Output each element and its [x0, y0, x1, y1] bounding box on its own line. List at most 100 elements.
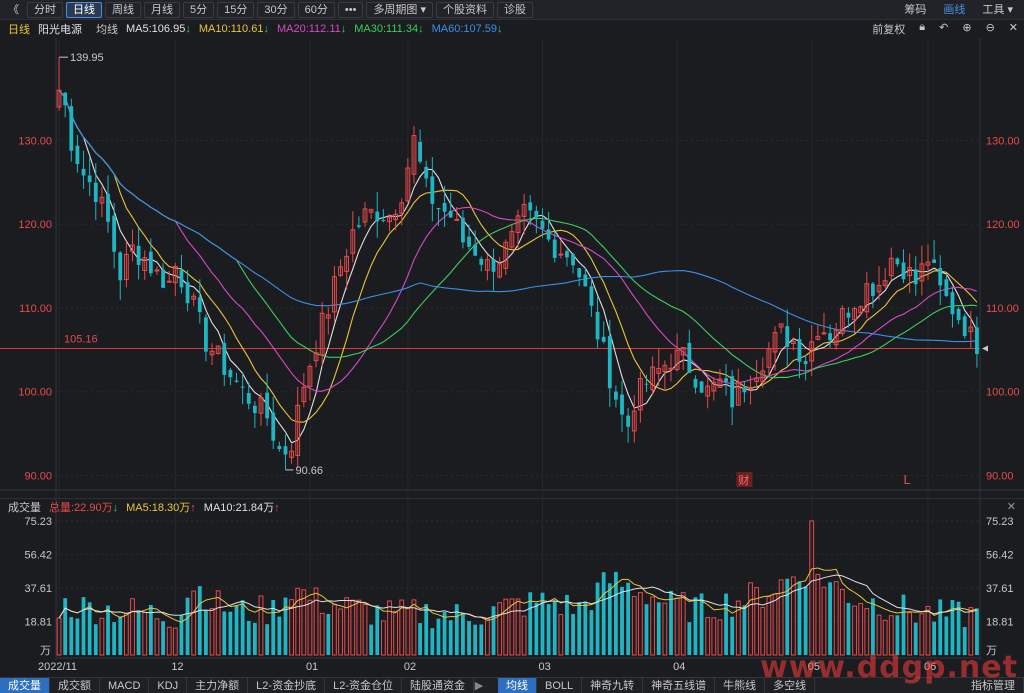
- volume-bar: [424, 604, 429, 655]
- volume-bar: [63, 598, 68, 655]
- volume-bar: [730, 616, 735, 655]
- volume-bar: [577, 602, 582, 655]
- tab-bull-bear[interactable]: 牛熊线: [715, 677, 766, 693]
- l-marker[interactable]: L: [904, 472, 911, 487]
- candle-body: [668, 367, 674, 370]
- volume-bar: [968, 607, 974, 656]
- candle-body: [491, 259, 496, 272]
- volume-bar: [907, 612, 913, 656]
- vol-tick-37-right: 37.61: [986, 583, 1014, 595]
- candle-body: [357, 225, 361, 227]
- volume-bar: [209, 608, 215, 656]
- candle-body: [148, 251, 153, 274]
- time-label-01: 01: [306, 661, 318, 673]
- candle-body: [204, 317, 208, 352]
- vol-unit-left: 万: [40, 645, 51, 657]
- volume-bar: [650, 596, 656, 656]
- watermark: www.ddgp.net: [760, 650, 1018, 685]
- cai-marker[interactable]: 财: [738, 473, 749, 487]
- candle-body: [846, 312, 851, 318]
- candle-body: [271, 412, 276, 441]
- candle-body: [166, 280, 172, 283]
- candle-body: [277, 445, 282, 450]
- candle-body: [797, 339, 802, 362]
- volume-bar: [362, 604, 368, 656]
- volume-bar: [790, 576, 796, 656]
- candle-body: [381, 219, 386, 222]
- candle-body: [626, 415, 631, 427]
- volume-ma5-line: [58, 567, 978, 623]
- volume-bar: [283, 597, 288, 655]
- candle-body: [913, 269, 918, 285]
- volume-legend: 成交量 总量:22.90万↓ MA5:18.30万↑ MA10:21.84万↑ …: [0, 498, 1024, 514]
- volume-bar: [234, 605, 239, 655]
- volume-bar: [558, 614, 564, 656]
- volume-bar: [565, 594, 569, 655]
- volume-bar: [546, 604, 551, 655]
- candle-body: [950, 292, 955, 315]
- volume-bar: [356, 599, 362, 656]
- tab-macd[interactable]: MACD: [100, 677, 150, 693]
- volume-bar: [724, 593, 728, 655]
- volume-bar: [265, 624, 270, 655]
- tab-boll[interactable]: BOLL: [537, 677, 583, 693]
- volume-bar: [509, 598, 515, 656]
- volume-close-icon[interactable]: ✕: [1007, 500, 1016, 513]
- tab-l2-position[interactable]: L2-资金仓位: [325, 677, 402, 693]
- candle-body: [234, 380, 239, 382]
- volume-bar: [301, 589, 307, 656]
- volume-bar: [552, 600, 557, 655]
- tab-kdj[interactable]: KDJ: [149, 677, 188, 693]
- volume-bar: [589, 610, 594, 655]
- time-label-03: 03: [538, 661, 550, 673]
- time-label-04: 04: [673, 661, 685, 673]
- tab-northbound[interactable]: 陆股通资金: [402, 677, 474, 693]
- volume-total: 总量:22.90万↓: [49, 501, 119, 514]
- volume-bar: [846, 602, 851, 655]
- tab-magic-nine[interactable]: 神奇九转: [582, 677, 644, 693]
- kline-chart[interactable]: 130.00 120.00 110.00 100.00 90.00 130.00…: [0, 0, 1024, 677]
- volume-bar: [748, 582, 753, 656]
- candle-body: [595, 311, 600, 340]
- volume-bar: [595, 582, 600, 655]
- tab-ma[interactable]: 均线: [497, 677, 537, 693]
- volume-bar: [760, 606, 766, 656]
- candle-body: [693, 378, 698, 388]
- tab-l2-bottom[interactable]: L2-资金抄底: [248, 677, 326, 693]
- candle-body: [430, 176, 435, 204]
- tab-turnover[interactable]: 成交额: [50, 677, 100, 693]
- candle-body: [871, 283, 875, 297]
- volume-bar: [687, 622, 692, 655]
- candle-body: [932, 259, 937, 263]
- tab-volume[interactable]: 成交量: [0, 677, 50, 693]
- candle-body: [828, 333, 832, 341]
- volume-bar: [815, 573, 821, 656]
- volume-bar: [503, 598, 509, 656]
- candle-body: [265, 392, 270, 419]
- candle-body: [821, 332, 827, 335]
- candle-body: [81, 168, 86, 176]
- candle-body: [552, 239, 557, 258]
- tab-magic-five[interactable]: 神奇五线谱: [643, 677, 716, 693]
- volume-bar: [430, 628, 435, 655]
- tab-main-net[interactable]: 主力净额: [187, 677, 249, 693]
- volume-bar: [350, 599, 356, 656]
- volume-bar: [461, 612, 465, 655]
- more-tabs-icon[interactable]: ▶: [474, 679, 484, 692]
- candle-body: [375, 211, 380, 222]
- volume-bar: [864, 608, 870, 656]
- volume-bar: [344, 597, 350, 656]
- candle-body: [69, 106, 74, 151]
- volume-bar: [118, 616, 123, 655]
- candle-body: [956, 308, 961, 321]
- volume-bar: [442, 611, 447, 655]
- candle-body: [565, 251, 569, 258]
- vol-tick-56-right: 56.42: [986, 549, 1014, 561]
- candle-body: [601, 336, 606, 342]
- volume-bar: [485, 618, 490, 656]
- candle-body: [467, 236, 471, 247]
- volume-bar: [778, 579, 784, 656]
- candle-body: [577, 268, 582, 278]
- vol-tick-75-right: 75.23: [986, 516, 1014, 528]
- candle-body: [197, 297, 202, 313]
